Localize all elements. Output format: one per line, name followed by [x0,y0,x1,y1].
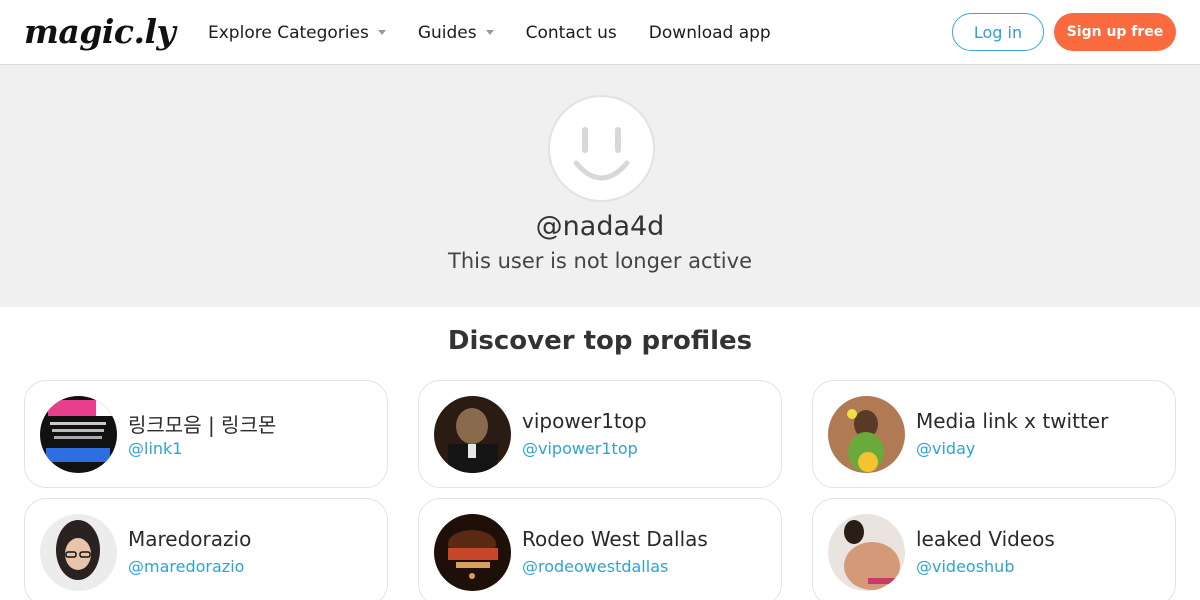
profile-card[interactable]: leaked Videos @videoshub [812,498,1176,600]
profile-hero: @nada4d This user is not longer active [0,65,1200,307]
nav-guides[interactable]: Guides [418,23,494,43]
profile-card[interactable]: 링크모음 | 링크몬 @link1 [24,380,388,488]
avatar [828,514,905,591]
avatar [40,514,117,591]
main-nav: Explore Categories Guides Contact us Dow… [208,0,803,65]
profile-handle[interactable]: @videoshub [916,557,1014,576]
avatar [40,396,117,473]
profile-name: Maredorazio [128,527,252,551]
profile-card[interactable]: Media link x twitter @viday [812,380,1176,488]
nav-contact-us[interactable]: Contact us [526,23,617,43]
caret-down-icon [377,30,386,35]
profile-handle[interactable]: @maredorazio [128,557,244,576]
nav-contact-us-label: Contact us [525,22,617,43]
signup-button[interactable]: Sign up free [1054,13,1176,51]
profile-status: This user is not longer active [448,249,752,273]
avatar [434,396,511,473]
login-button[interactable]: Log in [952,13,1044,51]
profile-handle[interactable]: @vipower1top [522,439,638,458]
profile-username: @nada4d [535,211,665,242]
profile-name: 링크모음 | 링크몬 [128,413,277,437]
nav-guides-label: Guides [417,22,477,43]
profile-name: Media link x twitter [916,409,1109,433]
nav-explore-categories[interactable]: Explore Categories [208,23,386,43]
site-logo[interactable]: magic.ly [24,10,176,54]
profile-name: Rodeo West Dallas [522,527,708,551]
caret-down-icon [485,30,494,35]
profile-card[interactable]: vipower1top @vipower1top [418,380,782,488]
smiley-face-icon [548,95,655,202]
profile-name: vipower1top [522,409,647,433]
top-header: magic.ly Explore Categories Guides Conta… [0,0,1200,65]
profile-handle[interactable]: @rodeowestdallas [522,557,668,576]
avatar [434,514,511,591]
profile-handle[interactable]: @viday [916,439,975,458]
nav-download-app-label: Download app [648,22,771,43]
avatar [828,396,905,473]
profile-card[interactable]: Maredorazio @maredorazio [24,498,388,600]
nav-explore-categories-label: Explore Categories [208,22,369,43]
profile-name: leaked Videos [916,527,1055,551]
discover-title: Discover top profiles [447,326,753,356]
profile-card[interactable]: Rodeo West Dallas @rodeowestdallas [418,498,782,600]
nav-download-app[interactable]: Download app [649,23,771,43]
profile-handle[interactable]: @link1 [128,439,182,458]
